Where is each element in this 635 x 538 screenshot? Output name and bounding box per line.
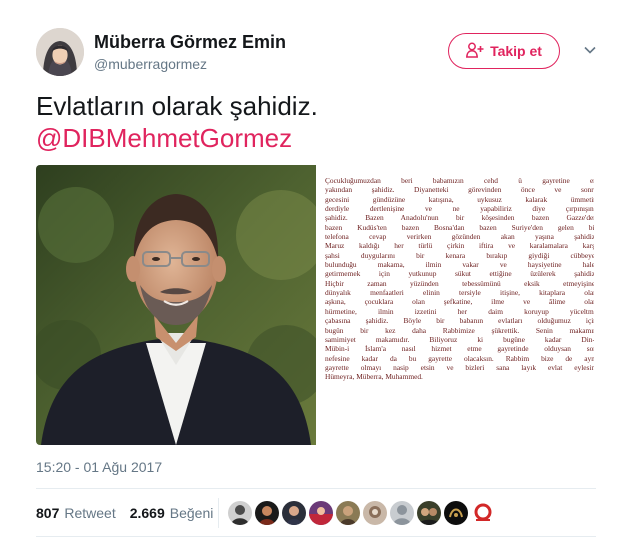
stats-separator: [218, 498, 219, 528]
liker-avatar[interactable]: [228, 501, 252, 525]
letter-text: Çocukluğumuzdan beri babamızın cehd ü ga…: [325, 176, 594, 382]
tweet-header: Müberra Görmez Emin @muberragormez Takip…: [36, 28, 606, 80]
portrait-photo: [36, 165, 316, 445]
like-count[interactable]: 2.669: [130, 505, 165, 521]
retweet-label[interactable]: Retweet: [64, 505, 115, 521]
mention-link[interactable]: @DIBMehmetGormez: [36, 122, 596, 154]
letter-line: Mübin-i İslam'a nasıl hizmet etme gayret…: [325, 344, 594, 354]
liker-avatar[interactable]: [444, 501, 468, 525]
tweet-stats: 807 Retweet 2.669 Beğeni: [36, 500, 213, 526]
letter-line: derdiyle dertlenişine ve ne yapabiliriz …: [325, 204, 594, 214]
letter-line: Çocukluğumuzdan beri babamızın cehd ü ga…: [325, 176, 594, 185]
letter-signature: Hümeyra, Müberra, Muhammed.: [325, 372, 423, 382]
liker-avatar[interactable]: [390, 501, 414, 525]
retweet-count[interactable]: 807: [36, 505, 59, 521]
divider: [36, 488, 596, 489]
liker-avatars: [228, 501, 495, 525]
user-display-name[interactable]: Müberra Görmez Emin: [94, 32, 286, 53]
liker-avatar[interactable]: [309, 501, 333, 525]
liker-avatar[interactable]: [336, 501, 360, 525]
liker-avatar[interactable]: [282, 501, 306, 525]
user-avatar[interactable]: [36, 28, 84, 76]
letter-line: bugün bir kez daha Rabbimize şükrettik. …: [325, 325, 594, 335]
letter-line: nefesine kadar da bu gayrette olacaksın.…: [325, 353, 594, 363]
user-handle[interactable]: @muberragormez: [94, 56, 207, 72]
add-person-icon: [466, 42, 484, 61]
like-label[interactable]: Beğeni: [170, 505, 214, 521]
tweet-media-image[interactable]: Çocukluğumuzdan beri babamızın cehd ü ga…: [36, 165, 594, 445]
letter-line: çabasına şahidiz. Böyle bir babanın evla…: [325, 316, 594, 326]
tweet-text: Evlatların olarak şahidiz. @DIBMehmetGor…: [36, 90, 596, 154]
letter-line: gecesini gündüzüne katışına, uykusuz kal…: [325, 194, 594, 204]
letter-line: dünyalık menfaatleri elinin tersiyle iti…: [325, 288, 594, 298]
divider: [36, 536, 596, 537]
letter-line: Hiçbir zaman yüzünden tebessümünü eksik …: [325, 278, 594, 288]
liker-avatar[interactable]: [255, 501, 279, 525]
letter-line: gayrette olmayı nasip etsin ve bizleri s…: [325, 362, 594, 372]
letter-line: hürmetine, ilmin izzetini her daim koruy…: [325, 306, 594, 316]
chevron-down-icon[interactable]: [582, 42, 598, 58]
letter-line: telefona cevap verirken gözünden akan ya…: [325, 232, 594, 242]
liker-avatar[interactable]: [363, 501, 387, 525]
tweet-timestamp[interactable]: 15:20 - 01 Ağu 2017: [36, 459, 162, 475]
letter-line: getirmemek için yutkunup sükut ettiğine …: [325, 269, 594, 279]
letter-line: yakından şahidiz. Diyanetteki görevinden…: [325, 185, 594, 195]
liker-avatar[interactable]: [417, 501, 441, 525]
letter-line: bulunduğu makama, ilmin vakar ve haysiye…: [325, 260, 594, 270]
tweet-text-line: Evlatların olarak şahidiz.: [36, 91, 318, 121]
follow-button[interactable]: Takip et: [448, 33, 560, 69]
letter-line: şahsi duygularını bir kenara bırakıp giy…: [325, 250, 594, 260]
letter-line: aşkına, çocuklara olan şefkatine, ilme v…: [325, 297, 594, 307]
follow-button-label: Takip et: [490, 43, 542, 59]
liker-avatar[interactable]: [471, 501, 495, 525]
letter-line: samimiyet makamıdır. Biliyoruz ki bugüne…: [325, 334, 594, 344]
letter-line: bazen Kudüs'ten bazen Bosna'dan bazen Su…: [325, 222, 594, 232]
letter-line: şahidiz. Bazen Anadolu'nun bir köşesinde…: [325, 213, 594, 223]
letter-line: Maruz kaldığı her türlü çirkin iftira ve…: [325, 241, 594, 251]
